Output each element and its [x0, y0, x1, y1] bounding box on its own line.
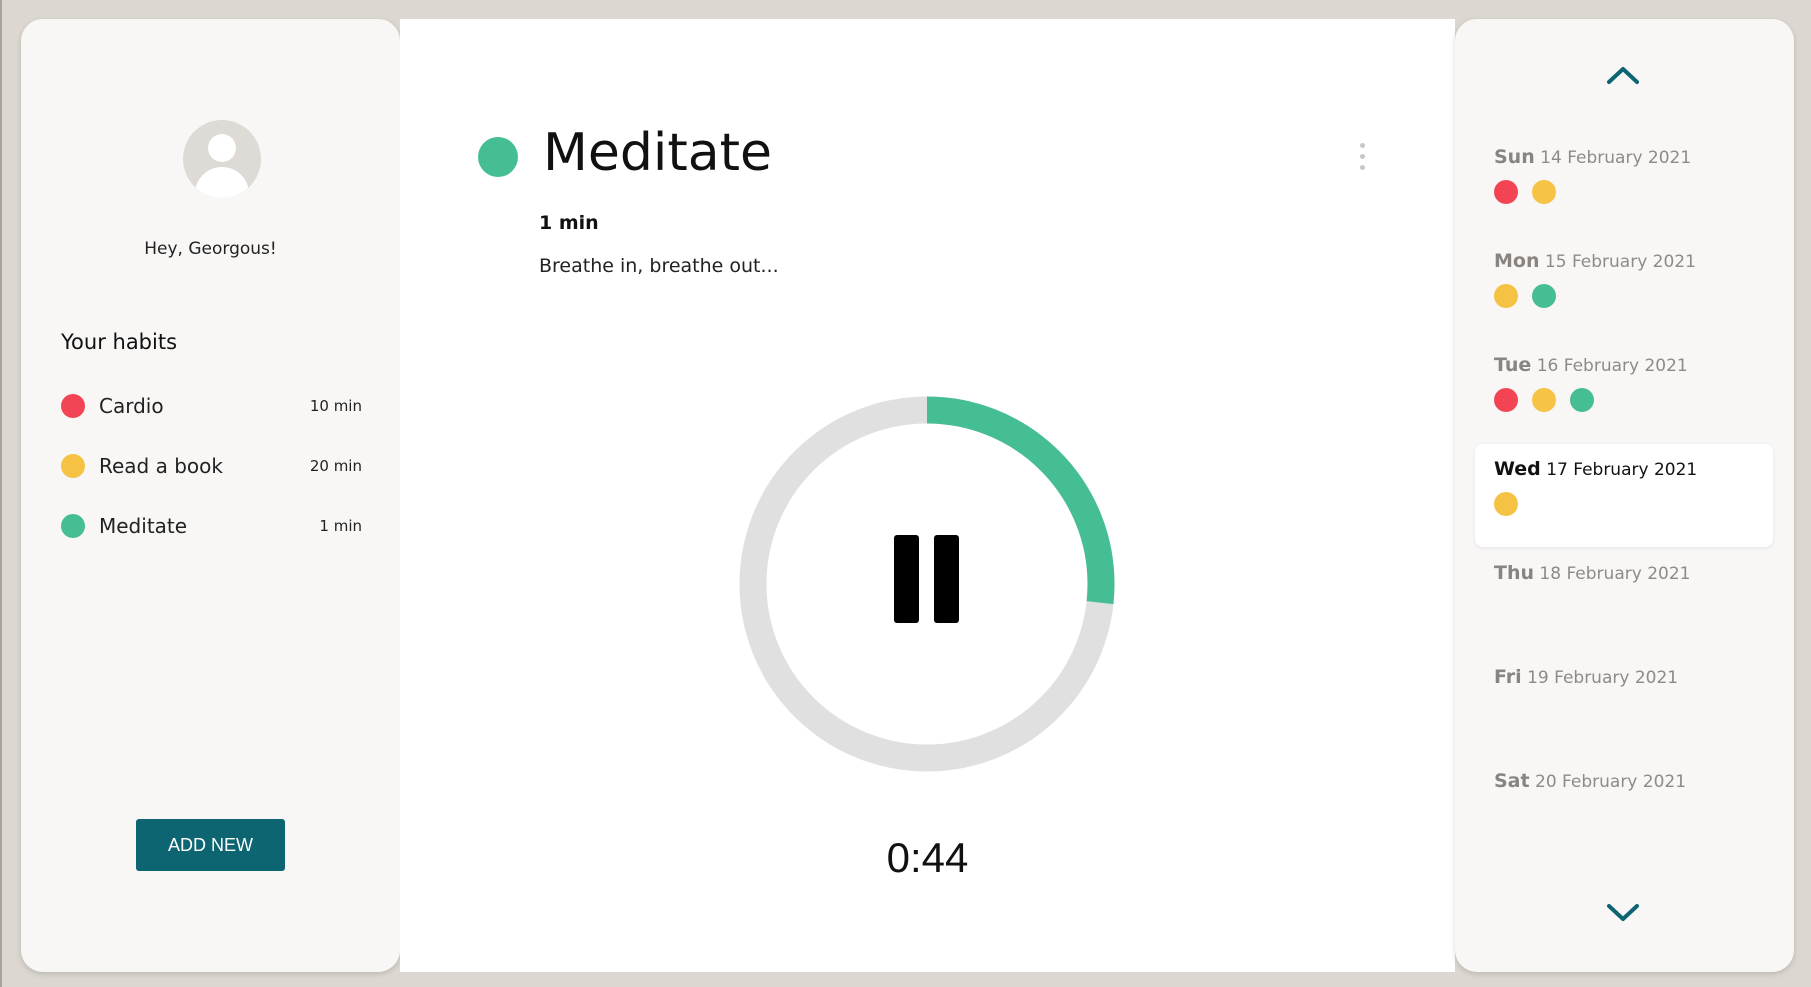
habit-color-dot — [1494, 492, 1518, 516]
habit-name: Read a book — [99, 454, 223, 478]
habit-duration: 10 min — [309, 397, 362, 415]
calendar-day-label: Fri 19 February 2021 — [1494, 666, 1678, 688]
calendar-date: 17 February 2021 — [1546, 460, 1698, 480]
calendar-day-tue[interactable]: Tue 16 February 2021 — [1475, 340, 1773, 443]
calendar-date: 18 February 2021 — [1539, 564, 1691, 584]
timer-readout: 0:44 — [886, 834, 969, 881]
calendar-day-habits — [1494, 388, 1608, 412]
habit-color-dot — [1570, 388, 1594, 412]
avatar-body-shape — [195, 167, 249, 198]
habit-duration: 1 min — [539, 212, 599, 234]
calendar-day-of-week: Tue — [1494, 354, 1532, 376]
calendar-day-wed[interactable]: Wed 17 February 2021 — [1475, 444, 1773, 547]
habit-name: Cardio — [99, 394, 164, 418]
habit-color-dot — [1532, 180, 1556, 204]
greeting-text: Hey, Georgous! — [144, 239, 277, 259]
main-panel: Meditate 1 min Breathe in, breathe out..… — [400, 19, 1455, 972]
calendar-day-of-week: Sat — [1494, 770, 1530, 792]
calendar-day-of-week: Thu — [1494, 562, 1535, 584]
calendar-day-label: Mon 15 February 2021 — [1494, 250, 1696, 272]
pause-icon — [934, 535, 959, 623]
habits-title: Your habits — [61, 330, 178, 354]
calendar-day-label: Tue 16 February 2021 — [1494, 354, 1688, 376]
calendar-date: 16 February 2021 — [1536, 356, 1688, 376]
add-new-button[interactable]: ADD NEW — [136, 819, 285, 871]
avatar[interactable] — [183, 120, 261, 198]
calendar-date: 14 February 2021 — [1540, 148, 1692, 168]
habit-color-dot — [1532, 388, 1556, 412]
calendar-day-label: Wed 17 February 2021 — [1494, 458, 1697, 480]
habit-duration: 1 min — [319, 517, 362, 535]
habit-description: Breathe in, breathe out... — [539, 255, 779, 277]
chevron-down-icon[interactable] — [1605, 902, 1641, 924]
habit-color-dot — [61, 394, 85, 418]
calendar-day-of-week: Mon — [1494, 250, 1540, 272]
calendar-day-thu[interactable]: Thu 18 February 2021 — [1475, 548, 1773, 651]
habit-duration: 20 min — [309, 457, 362, 475]
calendar-day-fri[interactable]: Fri 19 February 2021 — [1475, 652, 1773, 755]
calendar-day-habits — [1494, 180, 1570, 204]
habit-item-meditate[interactable]: Meditate 1 min — [61, 511, 362, 541]
calendar-day-of-week: Sun — [1494, 146, 1535, 168]
calendar-day-of-week: Fri — [1494, 666, 1522, 688]
calendar-day-sat[interactable]: Sat 20 February 2021 — [1475, 756, 1773, 859]
calendar-day-mon[interactable]: Mon 15 February 2021 — [1475, 236, 1773, 339]
calendar-date: 19 February 2021 — [1527, 668, 1679, 688]
sidebar: Hey, Georgous! Your habits Cardio 10 min… — [21, 19, 400, 972]
calendar-day-habits — [1494, 492, 1532, 516]
habit-color-dot — [61, 514, 85, 538]
habit-color-dot — [1494, 180, 1518, 204]
habit-title: Meditate — [543, 123, 772, 183]
habit-color-dot — [1494, 284, 1518, 308]
calendar-panel: Sun 14 February 2021 Mon 15 February 2021… — [1455, 19, 1794, 972]
calendar-day-sun[interactable]: Sun 14 February 2021 — [1475, 132, 1773, 235]
calendar-day-label: Thu 18 February 2021 — [1494, 562, 1690, 584]
more-options-icon[interactable] — [1357, 141, 1367, 177]
calendar-day-habits — [1494, 284, 1570, 308]
avatar-head-shape — [208, 134, 236, 162]
calendar-date: 20 February 2021 — [1535, 772, 1687, 792]
pause-icon — [894, 535, 919, 623]
habit-item-cardio[interactable]: Cardio 10 min — [61, 391, 362, 421]
calendar-date: 15 February 2021 — [1544, 252, 1696, 272]
habit-color-dot — [1494, 388, 1518, 412]
habit-color-dot — [1532, 284, 1556, 308]
habit-item-read-a-book[interactable]: Read a book 20 min — [61, 451, 362, 481]
chevron-up-icon[interactable] — [1605, 64, 1641, 86]
calendar-day-label: Sat 20 February 2021 — [1494, 770, 1686, 792]
calendar-day-of-week: Wed — [1494, 458, 1541, 480]
calendar-day-label: Sun 14 February 2021 — [1494, 146, 1691, 168]
pause-button[interactable] — [890, 535, 965, 629]
habit-name: Meditate — [99, 514, 188, 538]
habit-color-dot — [478, 137, 518, 177]
habit-color-dot — [61, 454, 85, 478]
